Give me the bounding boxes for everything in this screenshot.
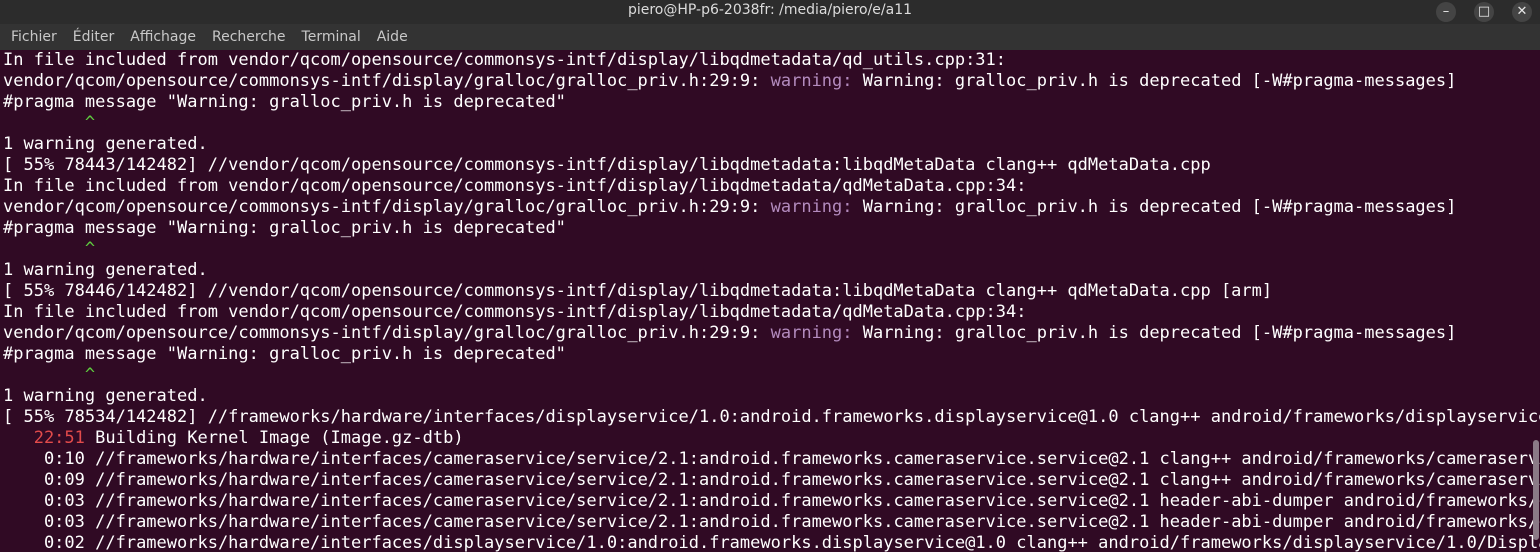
terminal-line: ^	[3, 113, 1540, 134]
menu-recherche[interactable]: Recherche	[211, 29, 287, 45]
line-text: In file included from vendor/qcom/openso…	[3, 302, 1027, 322]
elapsed-time: 22:51	[3, 428, 85, 448]
caret-marker: ^	[3, 365, 96, 385]
terminal-line: [ 55% 78534/142482] //frameworks/hardwar…	[3, 407, 1540, 428]
terminal-line: 1 warning generated.	[3, 386, 1540, 407]
terminal-line: 1 warning generated.	[3, 134, 1540, 155]
line-text: #pragma message "Warning: gralloc_priv.h…	[3, 218, 566, 238]
menu-bar: Fichier Éditer Affichage Recherche Termi…	[0, 24, 1540, 50]
elapsed-time: 0:02	[3, 533, 85, 552]
close-button[interactable]: ✕	[1512, 2, 1532, 22]
line-text: Warning: gralloc_priv.h is deprecated [-…	[852, 197, 1457, 217]
line-text: //frameworks/hardware/interfaces/cameras…	[84, 512, 1540, 532]
warning-label: warning:	[770, 71, 853, 91]
line-text: vendor/qcom/opensource/commonsys-intf/di…	[3, 323, 771, 343]
line-text: Building Kernel Image (Image.gz-dtb)	[84, 428, 464, 448]
terminal-line: ^	[3, 365, 1540, 386]
terminal-scrollbar[interactable]	[1533, 440, 1539, 540]
window-controls: – □ ✕	[1436, 2, 1532, 22]
terminal-line: ^	[3, 239, 1540, 260]
line-text: In file included from vendor/qcom/openso…	[3, 176, 1027, 196]
terminal-line: In file included from vendor/qcom/openso…	[3, 302, 1540, 323]
line-text: vendor/qcom/opensource/commonsys-intf/di…	[3, 71, 771, 91]
line-text: Warning: gralloc_priv.h is deprecated [-…	[852, 323, 1457, 343]
menu-terminal[interactable]: Terminal	[301, 29, 362, 45]
terminal-line: 1 warning generated.	[3, 260, 1540, 281]
line-text: 1 warning generated.	[3, 134, 208, 154]
line-text: vendor/qcom/opensource/commonsys-intf/di…	[3, 197, 771, 217]
elapsed-time: 0:03	[3, 491, 85, 511]
terminal-line: vendor/qcom/opensource/commonsys-intf/di…	[3, 197, 1540, 218]
terminal-output[interactable]: In file included from vendor/qcom/openso…	[0, 50, 1540, 552]
line-text: 1 warning generated.	[3, 386, 208, 406]
line-text: [ 55% 78534/142482] //frameworks/hardwar…	[3, 407, 1540, 427]
terminal-line: 0:03 //frameworks/hardware/interfaces/ca…	[3, 512, 1540, 533]
terminal-line: 0:02 //frameworks/hardware/interfaces/di…	[3, 533, 1540, 552]
warning-label: warning:	[770, 323, 853, 343]
terminal-line: In file included from vendor/qcom/openso…	[3, 50, 1540, 71]
warning-label: warning:	[770, 197, 853, 217]
terminal-line: vendor/qcom/opensource/commonsys-intf/di…	[3, 71, 1540, 92]
line-text: [ 55% 78443/142482] //vendor/qcom/openso…	[3, 155, 1211, 175]
line-text: //frameworks/hardware/interfaces/cameras…	[84, 491, 1540, 511]
line-text: In file included from vendor/qcom/openso…	[3, 50, 1007, 70]
terminal-line: [ 55% 78446/142482] //vendor/qcom/openso…	[3, 281, 1540, 302]
line-text: #pragma message "Warning: gralloc_priv.h…	[3, 344, 566, 364]
line-text: //frameworks/hardware/interfaces/cameras…	[84, 470, 1540, 490]
caret-marker: ^	[3, 113, 96, 133]
caret-marker: ^	[3, 239, 96, 259]
menu-fichier[interactable]: Fichier	[10, 29, 58, 45]
menu-affichage[interactable]: Affichage	[129, 29, 197, 45]
title-bar[interactable]: piero@HP-p6-2038fr: /media/piero/e/a11 –…	[0, 0, 1540, 24]
line-text: //frameworks/hardware/interfaces/display…	[84, 533, 1540, 552]
line-text: [ 55% 78446/142482] //vendor/qcom/openso…	[3, 281, 1273, 301]
minimize-button[interactable]: –	[1436, 2, 1456, 22]
terminal-line: #pragma message "Warning: gralloc_priv.h…	[3, 92, 1540, 113]
terminal-line: #pragma message "Warning: gralloc_priv.h…	[3, 344, 1540, 365]
elapsed-time: 0:10	[3, 449, 85, 469]
terminal-line: vendor/qcom/opensource/commonsys-intf/di…	[3, 323, 1540, 344]
line-text: Warning: gralloc_priv.h is deprecated [-…	[852, 71, 1457, 91]
terminal-window: piero@HP-p6-2038fr: /media/piero/e/a11 –…	[0, 0, 1540, 552]
terminal-line: 0:10 //frameworks/hardware/interfaces/ca…	[3, 449, 1540, 470]
menu-editer[interactable]: Éditer	[72, 29, 115, 45]
terminal-line: 0:09 //frameworks/hardware/interfaces/ca…	[3, 470, 1540, 491]
terminal-line: 0:03 //frameworks/hardware/interfaces/ca…	[3, 491, 1540, 512]
maximize-button[interactable]: □	[1474, 2, 1494, 22]
elapsed-time: 0:03	[3, 512, 85, 532]
elapsed-time: 0:09	[3, 470, 85, 490]
line-text: 1 warning generated.	[3, 260, 208, 280]
line-text: #pragma message "Warning: gralloc_priv.h…	[3, 92, 566, 112]
terminal-line: In file included from vendor/qcom/openso…	[3, 176, 1540, 197]
terminal-line: 22:51 Building Kernel Image (Image.gz-dt…	[3, 428, 1540, 449]
terminal-line: #pragma message "Warning: gralloc_priv.h…	[3, 218, 1540, 239]
window-title: piero@HP-p6-2038fr: /media/piero/e/a11	[627, 2, 913, 18]
menu-aide[interactable]: Aide	[376, 29, 409, 45]
terminal-line: [ 55% 78443/142482] //vendor/qcom/openso…	[3, 155, 1540, 176]
line-text: //frameworks/hardware/interfaces/cameras…	[84, 449, 1540, 469]
